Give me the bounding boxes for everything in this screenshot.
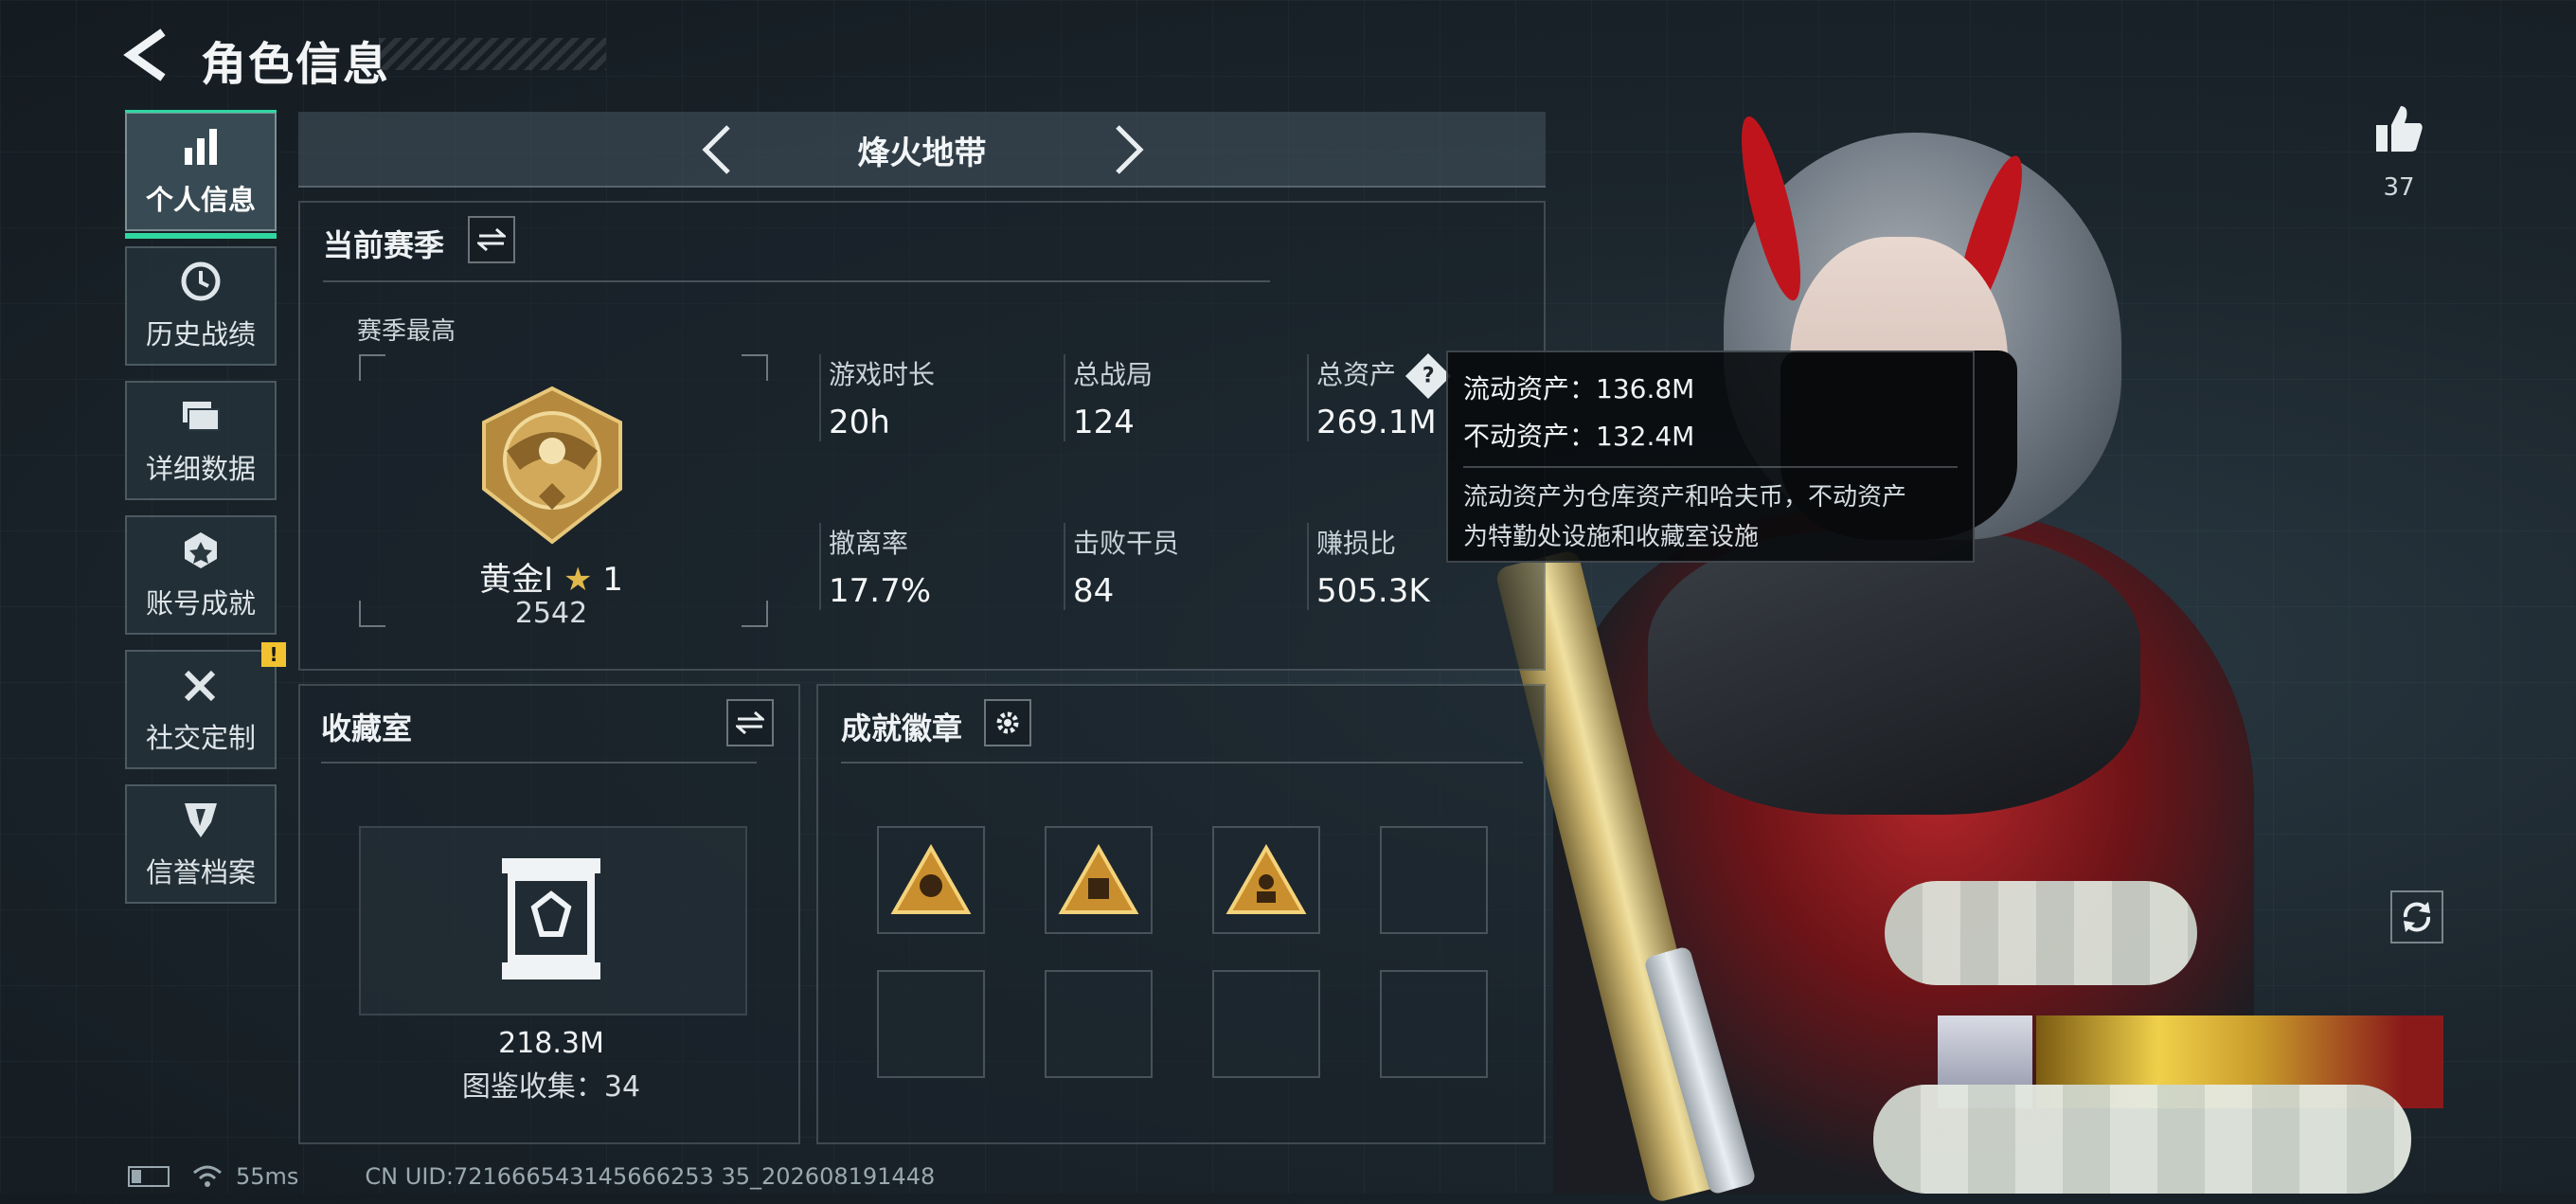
bar-chart-icon: [185, 129, 217, 165]
mode-title: 烽火地带: [857, 135, 987, 172]
like-count: 37: [2383, 173, 2415, 202]
next-mode-button[interactable]: [1108, 123, 1150, 180]
refresh-button[interactable]: [2390, 890, 2443, 943]
tooltip-fixed-assets: 不动资产：132.4M: [1463, 421, 1695, 452]
collection-switch-button[interactable]: [726, 699, 774, 746]
achievement-badge-slot[interactable]: [877, 826, 985, 934]
achievement-badge-slot[interactable]: [1045, 826, 1153, 934]
achievement-badge-icon: [1058, 844, 1139, 914]
sidebar-item-achievements[interactable]: 账号成就: [125, 515, 277, 635]
tools-icon: [184, 670, 216, 702]
status-bar: 55ms CN UID:721666543145666253 35_202608…: [128, 1163, 935, 1190]
sidebar-item-label: 账号成就: [145, 587, 256, 620]
chevron-right-icon: [1116, 125, 1144, 174]
collection-title: 收藏室: [321, 710, 413, 746]
achievements-title: 成就徽章: [841, 710, 963, 746]
thumbs-up-icon: [2376, 106, 2423, 152]
season-panel: 当前赛季 赛季最高 黄金Ⅰ ★ 1 2542 游戏时长 20h 总战局 124 …: [298, 201, 1546, 671]
sidebar-item-profile[interactable]: 个人信息: [125, 110, 277, 239]
title-decoration: [379, 38, 606, 70]
divider: [323, 280, 1270, 282]
rank-name: 黄金Ⅰ: [479, 561, 554, 599]
stat-total-matches: 总战局 124: [1064, 354, 1153, 441]
mode-selector: 烽火地带: [298, 112, 1546, 188]
achievement-slot-empty[interactable]: [1212, 970, 1320, 1078]
display-case-icon: [502, 858, 600, 979]
page-title: 角色信息: [201, 38, 391, 91]
stat-extraction-rate: 撤离率 17.7%: [819, 523, 931, 610]
stat-playtime: 游戏时长 20h: [819, 354, 935, 441]
achievement-badge-slot[interactable]: [1212, 826, 1320, 934]
achievements-settings-button[interactable]: [984, 699, 1031, 746]
collection-preview[interactable]: [359, 826, 747, 1015]
stat-total-assets: 总资产 ? 269.1M: [1307, 352, 1451, 441]
back-arrow-icon: [123, 28, 166, 81]
battery-icon: [128, 1166, 170, 1187]
achievement-slot-empty[interactable]: [1045, 970, 1153, 1078]
clock-icon: [181, 261, 221, 301]
blurred-player-name: [1885, 881, 2197, 985]
sidebar-item-credit[interactable]: 信誉档案: [125, 784, 277, 904]
tooltip-divider: [1463, 466, 1958, 468]
achievement-slot-empty[interactable]: [1380, 970, 1488, 1078]
refresh-icon: [2403, 902, 2431, 932]
sidebar-item-history[interactable]: 历史战绩: [125, 246, 277, 366]
tooltip-description-line: 为特勤处设施和收藏室设施: [1463, 523, 1760, 551]
stat-operators-defeated: 击败干员 84: [1064, 523, 1179, 610]
season-switch-button[interactable]: [468, 216, 515, 263]
gold-rank-emblem-icon: [482, 386, 622, 545]
season-best-label: 赛季最高: [357, 317, 456, 346]
sidebar-item-label: 历史战绩: [145, 318, 256, 350]
achievement-slot-empty[interactable]: [877, 970, 985, 1078]
achievements-panel: 成就徽章: [816, 684, 1546, 1144]
shield-icon: [185, 803, 217, 837]
like-button[interactable]: [2372, 102, 2425, 155]
wifi-icon: [193, 1165, 222, 1187]
blurred-player-info: [1873, 1085, 2411, 1194]
divider: [321, 762, 757, 764]
achievement-badge-icon: [1225, 844, 1307, 914]
stat-profit-loss-ratio: 赚损比 505.3K: [1307, 523, 1430, 610]
collection-count: 图鉴收集：34: [461, 1070, 641, 1104]
frame-corner: [742, 601, 768, 627]
rank-score: 2542: [514, 597, 588, 630]
collection-value: 218.3M: [498, 1027, 604, 1060]
player-uid: CN UID:721666543145666253 35_20260819144…: [365, 1163, 936, 1190]
ping: 55ms: [236, 1163, 299, 1190]
gear-icon: [996, 711, 1019, 734]
folder-icon: [183, 402, 220, 431]
tooltip-liquid-assets: 流动资产：136.8M: [1463, 373, 1695, 404]
sidebar-item-label: 个人信息: [145, 184, 256, 216]
rank-stars: 1: [602, 561, 623, 599]
frame-corner: [742, 354, 768, 381]
alert-badge: !: [261, 642, 286, 667]
achievement-badge-icon: [890, 844, 972, 914]
divider: [841, 762, 1523, 764]
achievement-slot-empty[interactable]: [1380, 826, 1488, 934]
season-title: 当前赛季: [323, 227, 445, 263]
sidebar-item-social[interactable]: 社交定制 !: [125, 642, 286, 769]
star-icon: ★: [563, 561, 593, 599]
sidebar-item-label: 信誉档案: [145, 856, 256, 889]
help-icon[interactable]: ?: [1404, 352, 1451, 400]
sidebar-item-label: 详细数据: [145, 453, 256, 485]
assets-tooltip: 流动资产：136.8M 不动资产：132.4M 流动资产为仓库资产和哈夫币，不动…: [1446, 350, 1975, 563]
character-jacket: [1648, 530, 2140, 815]
achievement-icon: [185, 532, 217, 568]
rank-name-row: 黄金Ⅰ ★ 1: [357, 553, 745, 600]
sidebar-item-details[interactable]: 详细数据: [125, 381, 277, 500]
swap-icon: [736, 710, 764, 735]
back-button[interactable]: [123, 28, 170, 81]
tooltip-description-line: 流动资产为仓库资产和哈夫币，不动资产: [1463, 483, 1907, 512]
sidebar-item-label: 社交定制: [145, 722, 256, 754]
swap-icon: [477, 227, 506, 252]
frame-corner: [359, 354, 385, 381]
collection-panel: 收藏室 218.3M 图鉴收集：34: [298, 684, 800, 1144]
